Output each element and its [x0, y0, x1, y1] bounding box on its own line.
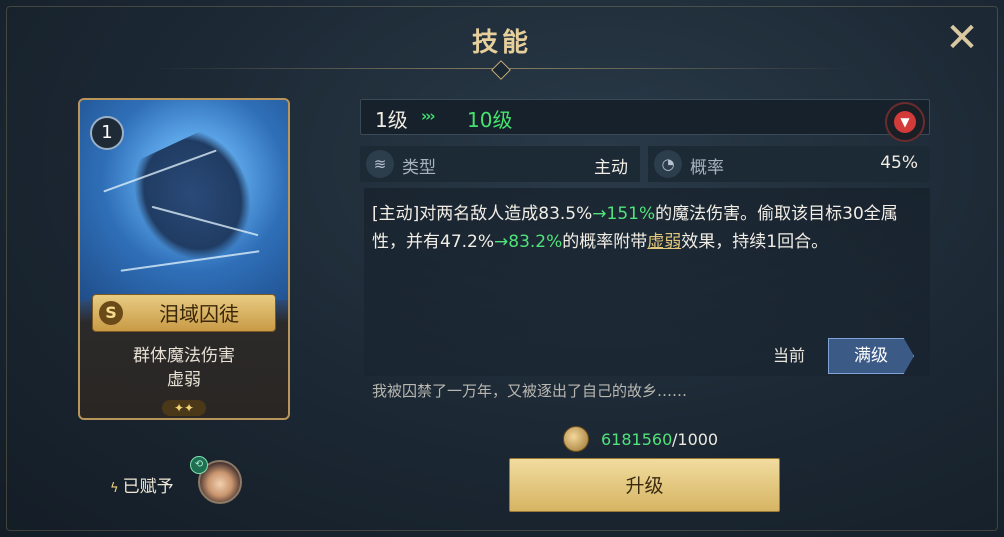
- tab-max-level[interactable]: 满级: [828, 338, 914, 374]
- type-label: 类型: [402, 158, 436, 178]
- card-name-plate: S 泪域囚徒: [92, 294, 276, 332]
- page-title: 技能: [471, 28, 532, 58]
- cost-need: /1000: [672, 430, 719, 449]
- skill-card[interactable]: 1 S 泪域囚徒 群体魔法伤害 虚弱 ✦✦: [78, 98, 290, 420]
- cost-have: 6181560: [601, 430, 673, 449]
- card-name: 泪域囚徒: [159, 302, 239, 326]
- tab-current[interactable]: 当前: [744, 340, 834, 372]
- desc-highlight: →151%: [592, 204, 656, 224]
- rarity-badge: S: [99, 301, 123, 325]
- desc-highlight: →83.2%: [494, 232, 563, 252]
- type-value: 主动: [594, 158, 628, 178]
- pie-icon: ◔: [654, 150, 682, 178]
- desc-part: [主动]对两名敌人造成83.5%: [372, 204, 593, 224]
- rate-label: 概率: [690, 158, 724, 178]
- arrow-down-icon: ▼: [894, 111, 916, 133]
- card-desc-line2: 虚弱: [167, 370, 201, 390]
- hand-art-icon: [119, 122, 271, 278]
- close-button[interactable]: ✕: [940, 18, 984, 62]
- level-to: 10级: [467, 108, 513, 132]
- level-from: 1级: [375, 108, 408, 132]
- granted-label: ϟ 已赋予: [110, 472, 174, 497]
- bolt-icon: ϟ: [110, 481, 119, 496]
- desc-part: 的概率附带: [562, 232, 648, 252]
- type-info: ≋ 类型 主动: [360, 146, 640, 182]
- card-stars: ✦✦: [162, 400, 206, 416]
- level-bar: 1级 ››› 10级 ▼: [360, 99, 930, 142]
- swap-icon: ⟲: [190, 456, 208, 474]
- level-down-button[interactable]: ▼: [885, 102, 925, 142]
- coin-icon: [563, 426, 589, 452]
- flavor-text: 我被囚禁了一万年，又被逐出了自己的故乡……: [372, 382, 688, 400]
- level-arrows-icon: ›››: [421, 107, 435, 125]
- granted-text: 已赋予: [122, 477, 174, 497]
- card-description: 群体魔法伤害 虚弱: [80, 344, 288, 392]
- card-level-badge: 1: [90, 116, 124, 150]
- rate-info: ◔ 概率 45%: [648, 146, 930, 182]
- close-icon: ✕: [945, 15, 979, 61]
- upgrade-button[interactable]: 升级: [509, 458, 780, 512]
- debuff-link[interactable]: 虚弱: [647, 232, 681, 252]
- rate-value: 45%: [880, 153, 918, 173]
- card-desc-line1: 群体魔法伤害: [133, 346, 235, 366]
- desc-part: 效果，持续1回合。: [681, 232, 829, 252]
- skill-description: [主动]对两名敌人造成83.5%→151%的魔法伤害。偷取该目标30全属性，并有…: [372, 200, 926, 256]
- layers-icon: ≋: [366, 150, 394, 178]
